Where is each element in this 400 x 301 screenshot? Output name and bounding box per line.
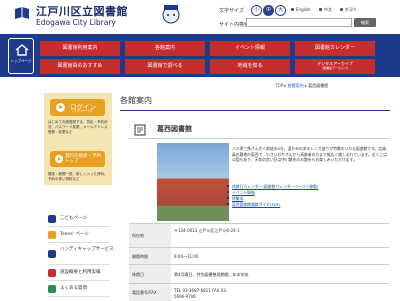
sidebar-item-label: よくある質問 — [60, 286, 87, 291]
nav-item-branches[interactable]: 各館案内 — [125, 41, 205, 56]
info-value: TEL 03-3687-6811 FAX 03-5696-9706 — [174, 288, 228, 299]
nav-item-digital-archive-sub: (図書館アーカイブ) — [321, 66, 349, 70]
logo-title[interactable]: 江戸川区立図書館 — [36, 3, 128, 19]
search-label: サイト内検索 — [219, 22, 250, 28]
link-label: 葛西図書館開館ガイド(PDF) — [232, 202, 281, 207]
info-label: 開館時間 — [129, 248, 171, 265]
login-sub-label: (マイページ) — [72, 109, 93, 113]
section-title: 葛西図書館 — [157, 125, 192, 133]
login-button[interactable]: ログイン (マイページ) — [50, 99, 105, 116]
logo-book-icon — [15, 7, 29, 19]
nav-item-research[interactable]: 図書館で調べる — [125, 59, 205, 74]
logo-subtitle: Edogawa City Library — [36, 18, 116, 27]
breadcrumb: TOP ▸ 各館案内 ▸ 葛西図書館 — [275, 83, 328, 89]
sidebar-item-kids[interactable]: こどもページ — [48, 211, 110, 227]
sidebar-item-facilities[interactable]: 施設概要と利用実績 — [48, 265, 110, 281]
table-row: 所在地 〒134-0013 江戸川区江戸川6-24-1 — [129, 223, 389, 248]
title-divider — [120, 110, 390, 111]
table-row: 電話番号/FAX TEL 03-3687-6811 FAX 03-5696-97… — [129, 283, 389, 301]
site-header: 江戸川区立図書館 Edogawa City Library 文字サイズ 小 中 … — [0, 0, 400, 34]
table-row: 開館時間 9:00〜21:00 — [129, 247, 389, 265]
breadcrumb-top-link[interactable]: TOP — [275, 83, 283, 88]
info-label: 所在地 — [129, 224, 171, 248]
page-title: 各館案内 — [120, 96, 152, 105]
lang-chinese-link[interactable]: 中文 — [324, 7, 332, 13]
accessibility-icon — [48, 250, 56, 258]
info-label: 電話番号/FAX — [129, 284, 171, 301]
book-icon — [134, 124, 146, 136]
home-label: トップページ — [10, 59, 32, 63]
link-label: 特集本 — [232, 196, 244, 201]
kids-icon — [48, 215, 56, 223]
bullet-icon — [319, 8, 322, 11]
font-size-large-button[interactable]: 大 — [275, 5, 286, 16]
search-input[interactable] — [246, 18, 352, 27]
info-label: 休館日 — [129, 265, 171, 284]
font-size-small-button[interactable]: 小 — [251, 5, 262, 16]
bullet-icon — [291, 8, 294, 11]
table-row: 休館日 第4月曜日、特別図書整理期間、年末年始 — [129, 264, 389, 284]
bullet-icon — [227, 185, 229, 187]
link-label: 休館日カレンダー(図書館カレンダーページへ移動) — [232, 184, 319, 189]
sidebar-item-label: こどもページ — [60, 216, 87, 221]
info-value: 第4月曜日、特別図書整理期間、年末年始 — [174, 272, 249, 277]
library-building-photo — [157, 143, 229, 221]
building-icon — [48, 269, 56, 277]
sidebar-item-faq[interactable]: よくある質問 — [48, 281, 110, 297]
mascot-icon — [162, 5, 180, 24]
bullet-icon — [227, 191, 229, 193]
nav-item-events[interactable]: イベント情報 — [210, 41, 290, 56]
nav-item-usage-guide[interactable]: 図書館利用案内 — [40, 41, 120, 56]
link-label: イベント情報 — [232, 190, 255, 195]
font-size-medium-button[interactable]: 中 — [263, 5, 274, 16]
nav-item-digital-archive[interactable]: デジタルアーカイブ (図書館アーカイブ) — [295, 59, 375, 74]
arrow-right-icon — [55, 155, 63, 163]
bullet-icon — [340, 8, 343, 11]
bullet-icon — [227, 203, 229, 205]
sidebar-item-label: Teens' ページ — [60, 232, 89, 237]
section-divider — [129, 138, 389, 139]
nav-item-local-info[interactable]: 地域を知る — [210, 59, 290, 74]
lang-english-link[interactable]: English — [296, 7, 310, 12]
font-size-label: 文字サイズ — [219, 8, 244, 14]
home-icon — [15, 44, 29, 56]
sidebar-item-label: ハンディキャップサービス — [60, 247, 114, 252]
info-value: 9:00〜21:00 — [174, 254, 199, 259]
sidebar-item-teens[interactable]: Teens' ページ — [48, 227, 110, 243]
breadcrumb-current: 葛西図書館 — [308, 83, 329, 88]
search-button[interactable]: 検索 — [354, 18, 376, 27]
nav-item-recommendations[interactable]: 図書館員のおすすめ — [40, 59, 120, 74]
teens-icon — [48, 231, 56, 239]
link-guide-pdf[interactable]: 葛西図書館開館ガイド(PDF) — [227, 202, 281, 208]
catalog-search-label: 資料の検索・予約トップ — [65, 154, 101, 164]
nav-item-calendar[interactable]: 図書館カレンダー — [295, 41, 375, 56]
login-description: はじめて利用登録する、貸出・予約状況、パスワード変更、メールアドレス登録・変更な… — [48, 120, 108, 134]
catalog-search-description: 雑誌・新聞一覧、新しく入った資料、予約の多い資料など — [48, 172, 108, 181]
sidebar-item-label: 施設概要と利用実績 — [60, 270, 101, 275]
home-button[interactable]: トップページ — [8, 38, 34, 74]
catalog-search-button[interactable]: 資料の検索・予約トップ — [50, 151, 105, 167]
bullet-icon — [227, 197, 229, 199]
lang-korean-link[interactable]: 한국어 — [345, 7, 356, 13]
library-info-table: 所在地 〒134-0013 江戸川区江戸川6-24-1 開館時間 9:00〜21… — [129, 223, 389, 301]
breadcrumb-branches-link[interactable]: 各館案内 — [288, 83, 304, 88]
library-description: バス停三角さんかく前徒歩3分。温かみのあるレンガ造りが特徴のいわな図書館です。広… — [232, 146, 388, 162]
sidebar-item-accessibility[interactable]: ハンディキャップサービス — [48, 243, 114, 265]
question-icon — [48, 285, 56, 293]
arrow-right-icon — [56, 103, 65, 112]
info-value: 〒134-0013 江戸川区江戸川6-24-1 — [174, 228, 240, 233]
